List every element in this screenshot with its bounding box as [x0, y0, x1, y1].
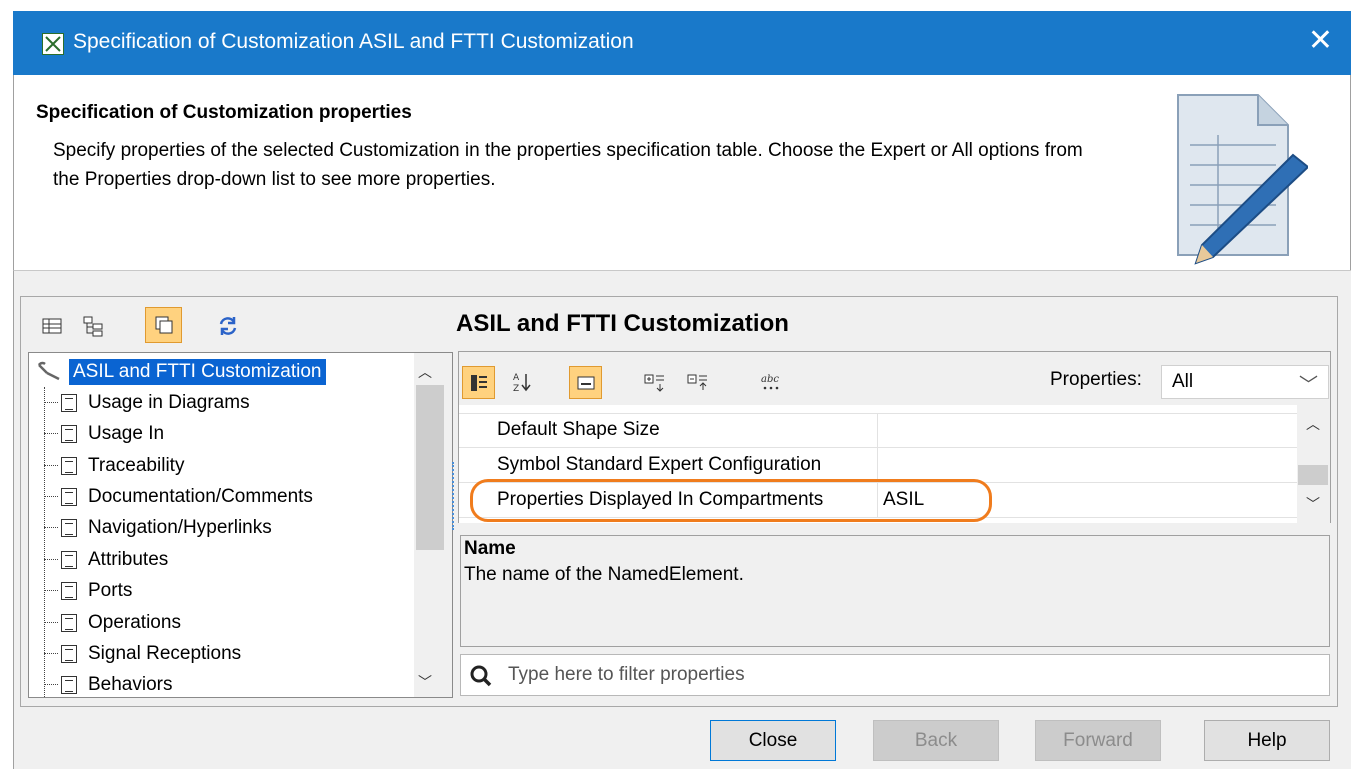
table-row[interactable]: Default Shape Size: [459, 413, 1297, 448]
chevron-down-icon: ﹀: [1298, 375, 1318, 396]
highlight-callout: [470, 479, 992, 522]
page-icon: [61, 424, 77, 443]
tree-item-attributes[interactable]: Attributes: [44, 544, 168, 575]
properties-label: Properties:: [1050, 369, 1142, 390]
properties-dropdown[interactable]: All ﹀: [1161, 365, 1329, 399]
scroll-down-icon[interactable]: ﹀: [418, 672, 432, 692]
tree-item-label: Usage In: [88, 422, 165, 444]
table-row[interactable]: Symbol Standard Expert Configuration: [459, 448, 1297, 483]
header-description: Specify properties of the selected Custo…: [53, 140, 1083, 190]
tree-item-label: Behaviors: [88, 673, 173, 695]
description-pane: [460, 535, 1330, 647]
page-icon: [61, 487, 77, 506]
tree-item-traceability[interactable]: Traceability: [44, 450, 184, 481]
tree-item-label: Ports: [88, 579, 133, 601]
page-icon: [61, 581, 77, 600]
description-toggle-icon[interactable]: [569, 366, 602, 399]
app-icon: [42, 33, 64, 55]
compartments-toggle-icon[interactable]: [145, 307, 182, 343]
page-icon: [61, 613, 77, 632]
tree-root-label: ASIL and FTTI Customization: [69, 359, 326, 385]
tree-item-behaviors[interactable]: Behaviors: [44, 669, 173, 697]
close-button[interactable]: Close: [710, 720, 836, 761]
tree-item-usage-in-diagrams[interactable]: Usage in Diagrams: [44, 387, 250, 418]
scroll-up-icon[interactable]: ︿: [418, 362, 432, 382]
scroll-down-icon[interactable]: ﹀: [1306, 494, 1320, 514]
back-button[interactable]: Back: [873, 720, 999, 761]
tree-item-label: Signal Receptions: [88, 642, 242, 664]
tree-item-signal-receptions[interactable]: Signal Receptions: [44, 638, 241, 669]
property-name: Default Shape Size: [497, 419, 660, 440]
page-icon: [61, 393, 77, 412]
expand-all-icon[interactable]: [640, 367, 670, 397]
splitter-handle[interactable]: [452, 462, 454, 530]
search-icon: [470, 665, 492, 687]
tree-root-item[interactable]: ASIL and FTTI Customization: [35, 357, 326, 387]
close-icon[interactable]: ✕: [1308, 21, 1333, 61]
list-view-icon[interactable]: [37, 311, 67, 341]
categorized-view-icon[interactable]: [462, 366, 495, 399]
page-icon: [61, 518, 77, 537]
svg-text:abc: abc: [761, 374, 779, 385]
wrench-icon: [37, 361, 60, 381]
help-button[interactable]: Help: [1204, 720, 1330, 761]
page-icon: [61, 456, 77, 475]
svg-text:Z: Z: [513, 384, 519, 393]
tree-view-icon[interactable]: [78, 311, 108, 341]
property-name: Symbol Standard Expert Configuration: [497, 454, 822, 475]
tree-item-ports[interactable]: Ports: [44, 575, 132, 606]
title-bar: Specification of Customization ASIL and …: [13, 11, 1351, 75]
refresh-icon[interactable]: [213, 311, 243, 341]
page-icon: [61, 644, 77, 663]
dialog-header: Specification of Customization propertie…: [13, 75, 1351, 270]
specification-pencil-icon: [1158, 85, 1310, 265]
forward-button[interactable]: Forward: [1035, 720, 1161, 761]
tree-item-label: Operations: [88, 611, 181, 633]
properties-dropdown-value: All: [1172, 371, 1194, 392]
sort-alphabetical-icon[interactable]: AZ: [507, 367, 537, 397]
tree-item-label: Attributes: [88, 548, 169, 570]
property-table-scrollbar-thumb[interactable]: [1298, 465, 1328, 485]
page-icon: [61, 675, 77, 694]
text-wrap-icon[interactable]: abc: [756, 367, 786, 397]
tree-item-label: Documentation/Comments: [88, 485, 313, 507]
navigation-tree[interactable]: ASIL and FTTI Customization Usage in Dia…: [28, 352, 453, 698]
tree-item-documentation[interactable]: Documentation/Comments: [44, 481, 313, 512]
tree-scrollbar-thumb[interactable]: [416, 385, 444, 550]
tree-item-label: Traceability: [88, 454, 185, 476]
tree-item-navigation[interactable]: Navigation/Hyperlinks: [44, 512, 272, 543]
element-title: ASIL and FTTI Customization: [456, 310, 789, 337]
scroll-up-icon[interactable]: ︿: [1306, 414, 1320, 434]
filter-placeholder: Type here to filter properties: [508, 664, 745, 685]
svg-text:A: A: [513, 373, 520, 383]
header-title: Specification of Customization propertie…: [36, 102, 412, 123]
description-title: Name: [464, 538, 516, 559]
window-title: Specification of Customization ASIL and …: [73, 30, 634, 53]
tree-item-operations[interactable]: Operations: [44, 607, 181, 638]
tree-item-label: Usage in Diagrams: [88, 391, 250, 413]
collapse-all-icon[interactable]: [683, 367, 713, 397]
description-text: The name of the NamedElement.: [464, 564, 744, 585]
tree-item-usage-in[interactable]: Usage In: [44, 418, 164, 449]
tree-item-label: Navigation/Hyperlinks: [88, 516, 272, 538]
page-icon: [61, 550, 77, 569]
